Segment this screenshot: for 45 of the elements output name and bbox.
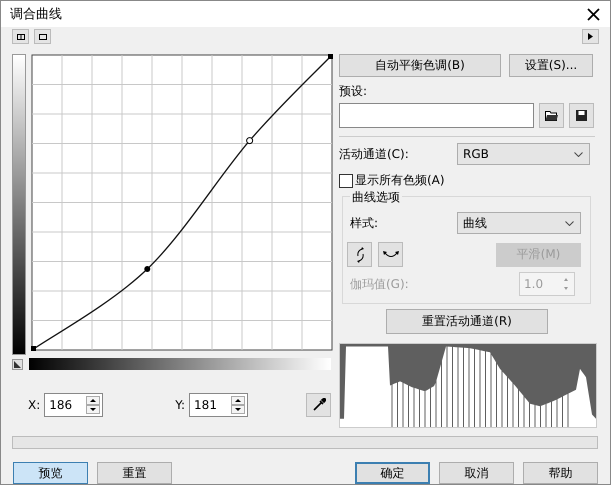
close-icon[interactable] <box>587 8 600 21</box>
y-input[interactable]: 181 <box>189 393 248 418</box>
preset-field[interactable] <box>339 103 534 128</box>
preset-label: 预设: <box>339 83 368 100</box>
spin-up-icon[interactable] <box>86 396 100 406</box>
checkbox-label[interactable]: 显示所有色频(A) <box>355 172 445 190</box>
dialog-button[interactable]: 预览 <box>13 462 88 484</box>
settings-button[interactable]: 设置(S)... <box>509 54 593 78</box>
channel-label: 活动通道(C): <box>339 146 409 163</box>
dialog-button[interactable]: 取消 <box>439 462 514 484</box>
spin-down-icon[interactable] <box>231 405 246 414</box>
dialog-button[interactable]: 重置 <box>97 462 172 484</box>
window-title: 调合曲线 <box>10 6 62 24</box>
open-folder-button[interactable] <box>539 103 564 128</box>
save-button[interactable] <box>569 103 594 128</box>
chevron-icon <box>565 220 574 226</box>
checkbox[interactable] <box>339 174 353 188</box>
split-view-icon <box>16 34 24 40</box>
curved-arrow-icon <box>382 250 400 260</box>
gamma-label: 伽玛值(G): <box>350 276 409 293</box>
auto-balance-button[interactable]: 自动平衡色调(B) <box>339 54 501 78</box>
flip-vertical-button[interactable] <box>347 242 372 268</box>
dialog-button[interactable]: 确定 <box>355 462 430 484</box>
eyedropper-icon <box>312 398 326 412</box>
y-label: Y: <box>175 398 186 412</box>
single-view-icon <box>38 34 46 40</box>
corner-icon[interactable] <box>12 358 23 370</box>
reset-channel-button[interactable]: 重置活动通道(R) <box>386 309 548 334</box>
spin-down-icon[interactable] <box>86 405 100 414</box>
eyedropper-button[interactable] <box>306 393 331 418</box>
tone-curve-drawing[interactable] <box>31 54 333 352</box>
style-dropdown[interactable]: 曲线 <box>457 212 581 234</box>
chevron-icon <box>574 152 583 157</box>
folder-icon <box>545 110 558 122</box>
expand-button[interactable] <box>582 29 599 44</box>
single-view-button[interactable] <box>34 29 51 44</box>
split-view-button[interactable] <box>12 29 29 44</box>
spin-up-icon[interactable] <box>231 396 246 406</box>
flip-horizontal-button[interactable] <box>378 242 403 268</box>
x-input[interactable]: 186 <box>44 393 104 418</box>
triangle-right-icon <box>588 33 593 40</box>
style-label: 样式: <box>350 214 378 232</box>
channel-dropdown[interactable]: RGB <box>457 143 590 166</box>
x-label: X: <box>28 398 40 412</box>
dialog-button[interactable]: 帮助 <box>523 462 598 484</box>
